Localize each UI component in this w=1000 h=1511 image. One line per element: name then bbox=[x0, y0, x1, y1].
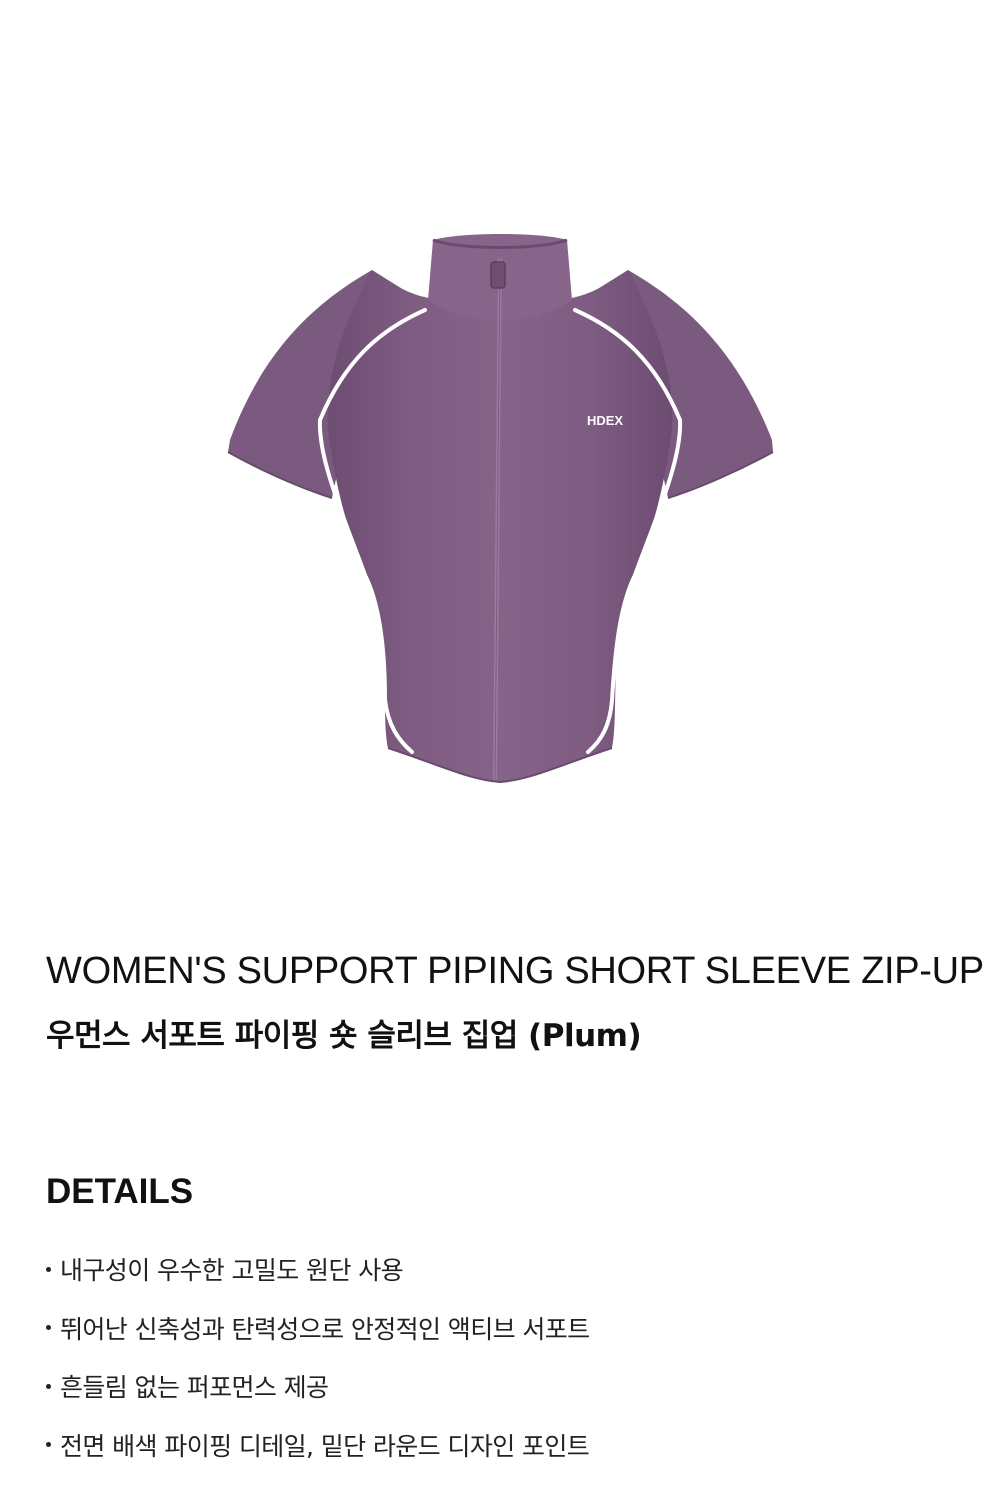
details-item: 뛰어난 신축성과 탄력성으로 안정적인 액티브 서포트 bbox=[44, 1299, 590, 1358]
details-item: 내구성이 우수한 고밀도 원단 사용 bbox=[44, 1240, 590, 1299]
product-title-ko: 우먼스 서포트 파이핑 숏 슬리브 집업 (Plum) bbox=[46, 1018, 642, 1054]
details-heading: DETAILS bbox=[46, 1172, 194, 1211]
product-title-en: WOMEN'S SUPPORT PIPING SHORT SLEEVE ZIP-… bbox=[46, 950, 984, 992]
details-item-text: 내구성이 우수한 고밀도 원단 사용 bbox=[60, 1256, 404, 1286]
details-item-text: 전면 배색 파이핑 디테일, 밑단 라운드 디자인 포인트 bbox=[60, 1431, 590, 1461]
product-image: HDEX bbox=[0, 0, 1000, 900]
bullet-icon bbox=[46, 1383, 51, 1389]
details-item-text: 뛰어난 신축성과 탄력성으로 안정적인 액티브 서포트 bbox=[60, 1314, 590, 1344]
details-item: 전면 배색 파이핑 디테일, 밑단 라운드 디자인 포인트 bbox=[44, 1416, 590, 1475]
brand-logo: HDEX bbox=[587, 413, 623, 428]
zip-up-shirt-illustration: HDEX bbox=[227, 234, 774, 784]
bullet-icon bbox=[46, 1325, 51, 1331]
bullet-icon bbox=[46, 1442, 51, 1448]
details-list: 내구성이 우수한 고밀도 원단 사용 뛰어난 신축성과 탄력성으로 안정적인 액… bbox=[44, 1240, 590, 1474]
zipper-pull bbox=[490, 261, 506, 289]
details-item-text: 흔들림 없는 퍼포먼스 제공 bbox=[60, 1373, 329, 1403]
details-item: 흔들림 없는 퍼포먼스 제공 bbox=[44, 1357, 590, 1416]
bullet-icon bbox=[46, 1266, 51, 1272]
